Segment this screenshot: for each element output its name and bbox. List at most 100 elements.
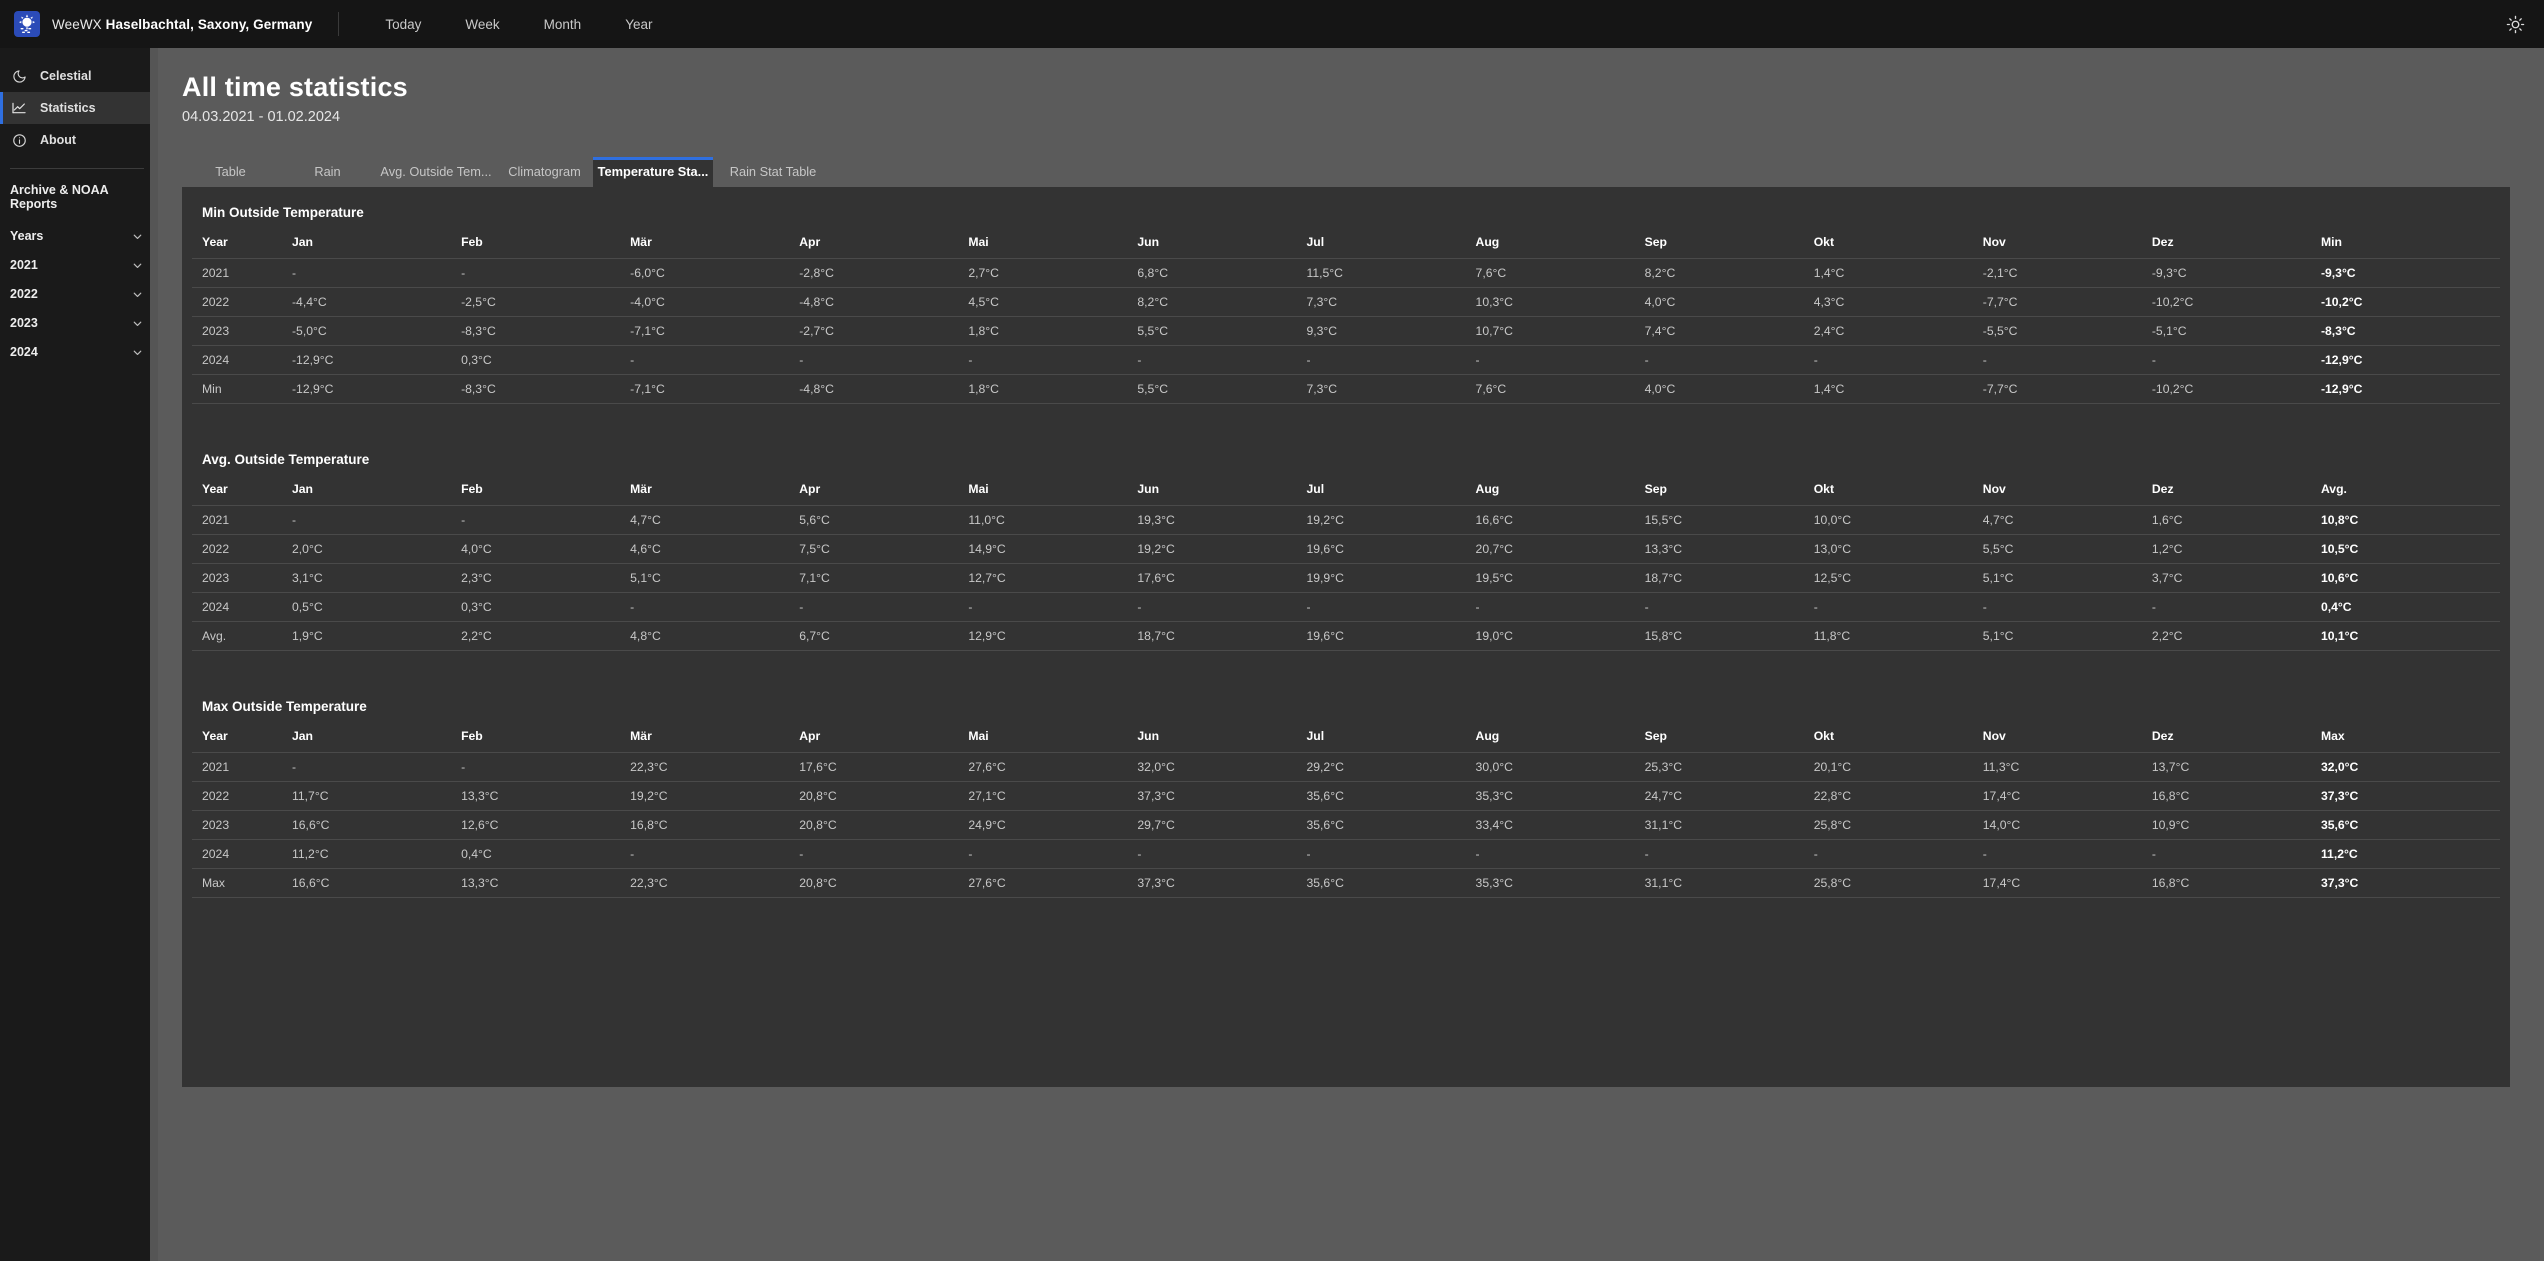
col-nov: Nov bbox=[1982, 729, 2006, 743]
page-title: All time statistics bbox=[182, 72, 408, 102]
cell-mar: -6,0°C bbox=[630, 266, 665, 280]
cell-okt: 20,1°C bbox=[1813, 760, 1852, 774]
cell-year: 2023 bbox=[202, 324, 230, 338]
sidebar-item-about[interactable]: About bbox=[0, 124, 158, 156]
col-apr: Apr bbox=[799, 729, 821, 743]
cell-sep: - bbox=[1644, 353, 1649, 367]
sidebar-accordion-2022[interactable]: 2022 bbox=[0, 284, 158, 304]
topbar-divider bbox=[338, 12, 340, 36]
cell-aug: 20,7°C bbox=[1475, 542, 1513, 556]
info-circle-icon bbox=[10, 131, 28, 149]
tab-temperature-stat-table[interactable]: Temperature Sta... bbox=[593, 157, 713, 187]
sidebar-accordion-years[interactable]: Years bbox=[0, 226, 158, 246]
col-jul: Jul bbox=[1306, 729, 1325, 743]
cell-apr: 20,8°C bbox=[799, 789, 837, 803]
col-total: Avg. bbox=[2320, 482, 2347, 496]
cell-aug: - bbox=[1475, 847, 1480, 861]
cell-feb: -2,5°C bbox=[461, 295, 496, 309]
section-title: Max Outside Temperature bbox=[202, 699, 367, 714]
tab-rain[interactable]: Rain bbox=[279, 157, 376, 187]
cell-jan: 0,5°C bbox=[292, 600, 323, 614]
cell-okt: 25,8°C bbox=[1813, 876, 1852, 890]
cell-feb: -8,3°C bbox=[461, 324, 496, 338]
top-nav: Today Week Month Year bbox=[363, 11, 674, 38]
station-location: Haselbachtal, Saxony, Germany bbox=[105, 16, 313, 32]
brand[interactable]: WeeWX Haselbachtal, Saxony, Germany bbox=[0, 11, 312, 37]
section-title: Avg. Outside Temperature bbox=[202, 452, 370, 467]
cell-sep: 15,8°C bbox=[1644, 629, 1683, 643]
sidebar-item-statistics[interactable]: Statistics bbox=[0, 92, 158, 124]
col-aug: Aug bbox=[1475, 482, 1500, 496]
cell-sep: 25,3°C bbox=[1644, 760, 1683, 774]
cell-apr: 20,8°C bbox=[799, 876, 837, 890]
cell-nov: - bbox=[1982, 847, 1987, 861]
sidebar-accordion-2021[interactable]: 2021 bbox=[0, 255, 158, 275]
table-row: 2021 - - 4,7°C 5,6°C 11,0°C 19,3°C 19,2°… bbox=[192, 505, 2500, 535]
cell-mar: 5,1°C bbox=[630, 571, 661, 585]
cell-dez: 3,7°C bbox=[2151, 571, 2183, 585]
brand-text: WeeWX Haselbachtal, Saxony, Germany bbox=[52, 17, 312, 32]
sidebar-item-label: About bbox=[40, 133, 77, 147]
cell-mar: -4,0°C bbox=[630, 295, 665, 309]
cell-sep: 7,4°C bbox=[1644, 324, 1676, 338]
cell-total: 11,2°C bbox=[2320, 847, 2358, 861]
top-nav-item-today[interactable]: Today bbox=[363, 11, 443, 38]
sidebar-scrollbar[interactable] bbox=[150, 48, 158, 1261]
sidebar-accordion-2024[interactable]: 2024 bbox=[0, 342, 158, 362]
top-nav-item-year[interactable]: Year bbox=[603, 11, 674, 38]
cell-jun: 32,0°C bbox=[1137, 760, 1175, 774]
cell-jun: 17,6°C bbox=[1137, 571, 1175, 585]
cell-feb: 0,4°C bbox=[461, 847, 492, 861]
cell-dez: 16,8°C bbox=[2151, 876, 2190, 890]
cell-feb: 13,3°C bbox=[461, 789, 499, 803]
table-row: 2022 2,0°C 4,0°C 4,6°C 7,5°C 14,9°C 19,2… bbox=[192, 534, 2500, 564]
cell-mai: - bbox=[968, 600, 973, 614]
cell-jan: 11,7°C bbox=[292, 789, 329, 803]
tab-table[interactable]: Table bbox=[182, 157, 279, 187]
col-mai: Mai bbox=[968, 729, 989, 743]
cell-jan: 2,0°C bbox=[292, 542, 323, 556]
cell-mar: - bbox=[630, 600, 635, 614]
table-row: 2023 16,6°C 12,6°C 16,8°C 20,8°C 24,9°C … bbox=[192, 810, 2500, 840]
cell-jun: 6,8°C bbox=[1137, 266, 1169, 280]
top-nav-item-month[interactable]: Month bbox=[522, 11, 604, 38]
cell-mar: 19,2°C bbox=[630, 789, 668, 803]
tab-rain-stat-table[interactable]: Rain Stat Table bbox=[713, 157, 833, 187]
tab-avg-outside-temperature[interactable]: Avg. Outside Tem... bbox=[376, 157, 496, 187]
sidebar-accordion-label: 2023 bbox=[10, 316, 38, 330]
cell-dez: -5,1°C bbox=[2151, 324, 2187, 338]
table-row: 2022 -4,4°C -2,5°C -4,0°C -4,8°C 4,5°C 8… bbox=[192, 287, 2500, 317]
cell-dez: - bbox=[2151, 353, 2156, 367]
cell-total: 10,1°C bbox=[2320, 629, 2359, 643]
cell-year: 2024 bbox=[202, 353, 230, 367]
cell-sep: 4,0°C bbox=[1644, 295, 1676, 309]
sidebar-item-celestial[interactable]: Celestial bbox=[0, 60, 158, 92]
cell-feb: 0,3°C bbox=[461, 353, 492, 367]
tab-climatogram[interactable]: Climatogram bbox=[496, 157, 593, 187]
table-row: 2021 - - -6,0°C -2,8°C 2,7°C 6,8°C 11,5°… bbox=[192, 258, 2500, 288]
tab-bar: Table Rain Avg. Outside Tem... Climatogr… bbox=[182, 157, 2544, 187]
table-summary-row: Max 16,6°C 13,3°C 22,3°C 20,8°C 27,6°C 3… bbox=[192, 868, 2500, 898]
cell-okt: 11,8°C bbox=[1813, 629, 1851, 643]
col-feb: Feb bbox=[461, 235, 483, 249]
cell-jun: 37,3°C bbox=[1137, 876, 1175, 890]
col-feb: Feb bbox=[461, 729, 483, 743]
cell-sep: 4,0°C bbox=[1644, 382, 1676, 396]
cell-apr: -2,7°C bbox=[799, 324, 834, 338]
cell-nov: - bbox=[1982, 353, 1987, 367]
cell-mar: 4,8°C bbox=[630, 629, 661, 643]
cell-apr: 7,1°C bbox=[799, 571, 830, 585]
cell-jul: 19,9°C bbox=[1306, 571, 1344, 585]
cell-jul: 7,3°C bbox=[1306, 382, 1338, 396]
cell-jan: 16,6°C bbox=[292, 818, 330, 832]
cell-aug: 19,0°C bbox=[1475, 629, 1513, 643]
col-nov: Nov bbox=[1982, 482, 2006, 496]
cell-jul: 19,6°C bbox=[1306, 629, 1344, 643]
cell-mai: 27,6°C bbox=[968, 760, 1006, 774]
sun-icon[interactable] bbox=[2500, 9, 2530, 39]
cell-dez: 10,9°C bbox=[2151, 818, 2190, 832]
sidebar-accordion-2023[interactable]: 2023 bbox=[0, 313, 158, 333]
top-nav-item-week[interactable]: Week bbox=[443, 11, 521, 38]
cell-sep: 18,7°C bbox=[1644, 571, 1683, 585]
cell-aug: 7,6°C bbox=[1475, 266, 1507, 280]
